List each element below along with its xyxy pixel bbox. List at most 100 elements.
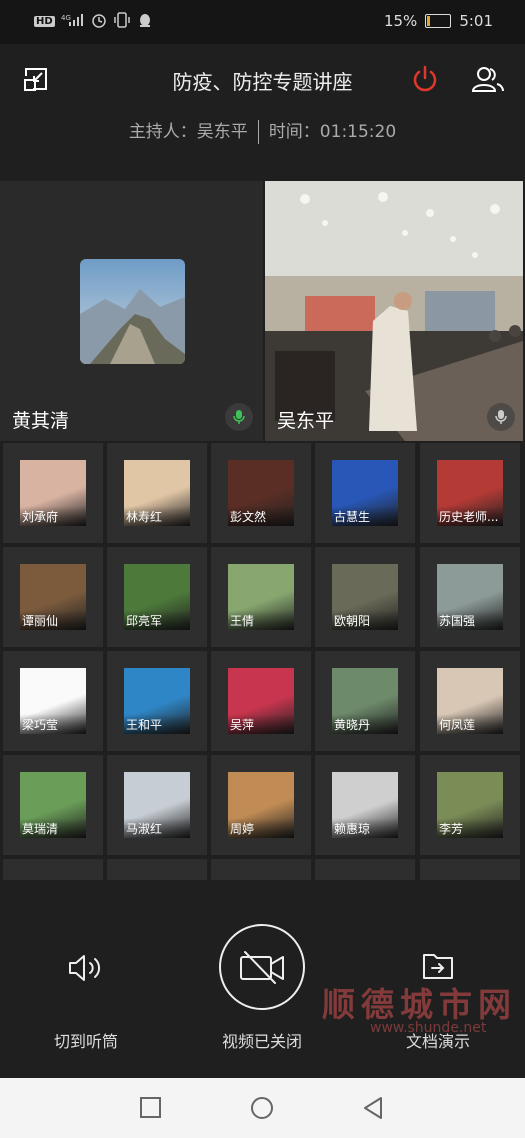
- participant-tile[interactable]: 吴萍: [211, 651, 311, 751]
- participant-name: 周婷: [228, 818, 294, 838]
- video-tile-host[interactable]: 吴东平: [265, 181, 523, 441]
- participant-tile[interactable]: 邱亮军: [107, 547, 207, 647]
- participant-name: 谭丽仙: [20, 610, 86, 630]
- recent-apps-button[interactable]: [139, 1096, 163, 1120]
- participant-tile[interactable]: 刘承府: [3, 443, 103, 543]
- participant-name: 刘承府: [20, 506, 86, 526]
- participant-avatar: 彭文然: [228, 460, 294, 526]
- participant-tile[interactable]: 王和平: [107, 651, 207, 751]
- meeting-title: 防疫、防控专题讲座: [172, 70, 353, 94]
- participant-avatar: 吴萍: [228, 668, 294, 734]
- participant-avatar: 刘承府: [20, 460, 86, 526]
- participant-name: 邱亮军: [124, 610, 190, 630]
- home-button[interactable]: [250, 1096, 274, 1120]
- participant-name: 王倩: [228, 610, 294, 630]
- participant-name: 历史老师...: [437, 506, 503, 526]
- participant-tile[interactable]: 黄晓丹: [315, 651, 415, 751]
- meeting-timer: 时间：01:15:20: [268, 122, 397, 142]
- battery-icon: [425, 14, 452, 28]
- participant-name: 何凤莲: [437, 714, 503, 734]
- participant-name: 李芳: [437, 818, 503, 838]
- power-icon: [413, 65, 437, 92]
- participants-button[interactable]: [471, 62, 505, 96]
- participant-tile[interactable]: 李芳: [420, 755, 520, 855]
- participant-avatar: 王倩: [228, 564, 294, 630]
- speaker-button[interactable]: [66, 948, 106, 988]
- hd-badge: HD: [34, 16, 55, 27]
- people-icon: [471, 67, 504, 92]
- participant-tile[interactable]: 历史老师...: [420, 443, 520, 543]
- watermark-url: www.shunde.net: [370, 1020, 487, 1036]
- participant-tile[interactable]: 马淑红: [107, 755, 207, 855]
- participant-avatar: 赖惠琼: [332, 772, 398, 838]
- participant-tile[interactable]: 古慧生: [315, 443, 415, 543]
- meeting-header: 防疫、防控专题讲座 主持人：吴东平 时间：01:15:20: [0, 44, 525, 172]
- meeting-info: 主持人：吴东平 时间：01:15:20: [0, 117, 525, 144]
- participant-grid: 刘承府 林寿红 彭文然 古慧生 历史老师... 谭丽仙 邱亮军 王倩 欧朝阳 苏国强梁巧莹 王和平 吴…: [0, 443, 525, 883]
- participant-tile[interactable]: 莫瑞清: [3, 755, 103, 855]
- participant-name: 赖惠琼: [332, 818, 398, 838]
- participant-avatar: 王和平: [124, 668, 190, 734]
- participant-tile[interactable]: 彭文然: [211, 443, 311, 543]
- vibrate-icon: [113, 12, 131, 31]
- participant-avatar: 邱亮军: [124, 564, 190, 630]
- participant-avatar: 马淑红: [124, 772, 190, 838]
- camera-toggle-button[interactable]: [219, 924, 305, 1010]
- participant-name: 马淑红: [124, 818, 190, 838]
- video-tile-primary[interactable]: 黄其清: [0, 181, 263, 441]
- speaker-label: 切到听筒: [53, 1032, 118, 1051]
- clock: 5:01: [459, 12, 493, 30]
- control-bar: 切到听筒 视频已关闭 文档演示 顺德城市网 www.shunde.net: [0, 880, 525, 1078]
- folder-share-icon: [423, 954, 453, 979]
- participant-tile[interactable]: 周婷: [211, 755, 311, 855]
- participant-name: 古慧生: [332, 506, 398, 526]
- participant-tile[interactable]: 赖惠琼: [315, 755, 415, 855]
- svg-text:4G: 4G: [61, 14, 71, 22]
- participant-name: 苏国强: [437, 610, 503, 630]
- participant-avatar: 欧朝阳: [332, 564, 398, 630]
- divider: [257, 120, 259, 144]
- participant-tile[interactable]: 何凤莲: [420, 651, 520, 751]
- end-meeting-button[interactable]: [408, 62, 442, 96]
- signal-icon: 4G: [61, 13, 85, 30]
- participant-avatar: 历史老师...: [437, 460, 503, 526]
- participant-avatar: 苏国强: [437, 564, 503, 630]
- participant-avatar: 古慧生: [332, 460, 398, 526]
- circle-icon: [251, 1097, 273, 1119]
- alarm-icon: [91, 12, 107, 31]
- participant-avatar: 黄晓丹: [332, 668, 398, 734]
- participant-name: 彭文然: [228, 506, 294, 526]
- battery-percent: 15%: [383, 12, 418, 30]
- participant-tile[interactable]: 苏国强: [420, 547, 520, 647]
- participant-name: 林寿红: [124, 506, 190, 526]
- participant-tile[interactable]: 林寿红: [107, 443, 207, 543]
- participant-avatar: 何凤莲: [437, 668, 503, 734]
- system-navigation-bar: [0, 1078, 525, 1138]
- participant-name: 黄晓丹: [332, 714, 398, 734]
- participant-avatar: 周婷: [228, 772, 294, 838]
- status-bar: HD 4G 15% 5:01: [0, 0, 525, 44]
- host-label: 主持人：吴东平: [128, 122, 248, 142]
- watermark: 顺德城市网: [322, 985, 517, 1024]
- mountain-avatar-image: [80, 259, 185, 364]
- participant-avatar: 谭丽仙: [20, 564, 86, 630]
- participant-tile[interactable]: 谭丽仙: [3, 547, 103, 647]
- avatar: [80, 259, 185, 364]
- participant-name: 吴萍: [228, 714, 294, 734]
- participant-name: 黄其清: [12, 410, 70, 432]
- participant-avatar: 梁巧莹: [20, 668, 86, 734]
- camera-off-icon: [240, 951, 284, 984]
- participant-tile[interactable]: 梁巧莹: [3, 651, 103, 751]
- triangle-back-icon: [364, 1097, 382, 1119]
- participant-avatar: 林寿红: [124, 460, 190, 526]
- back-button[interactable]: [361, 1096, 385, 1120]
- participant-name: 王和平: [124, 714, 190, 734]
- mic-status: [225, 403, 253, 431]
- speaker-icon: [69, 955, 101, 981]
- participant-tile[interactable]: 王倩: [211, 547, 311, 647]
- square-icon: [140, 1097, 161, 1118]
- participant-name: 莫瑞清: [20, 818, 86, 838]
- mic-status: [487, 403, 515, 431]
- participant-tile[interactable]: 欧朝阳: [315, 547, 415, 647]
- participant-avatar: 莫瑞清: [20, 772, 86, 838]
